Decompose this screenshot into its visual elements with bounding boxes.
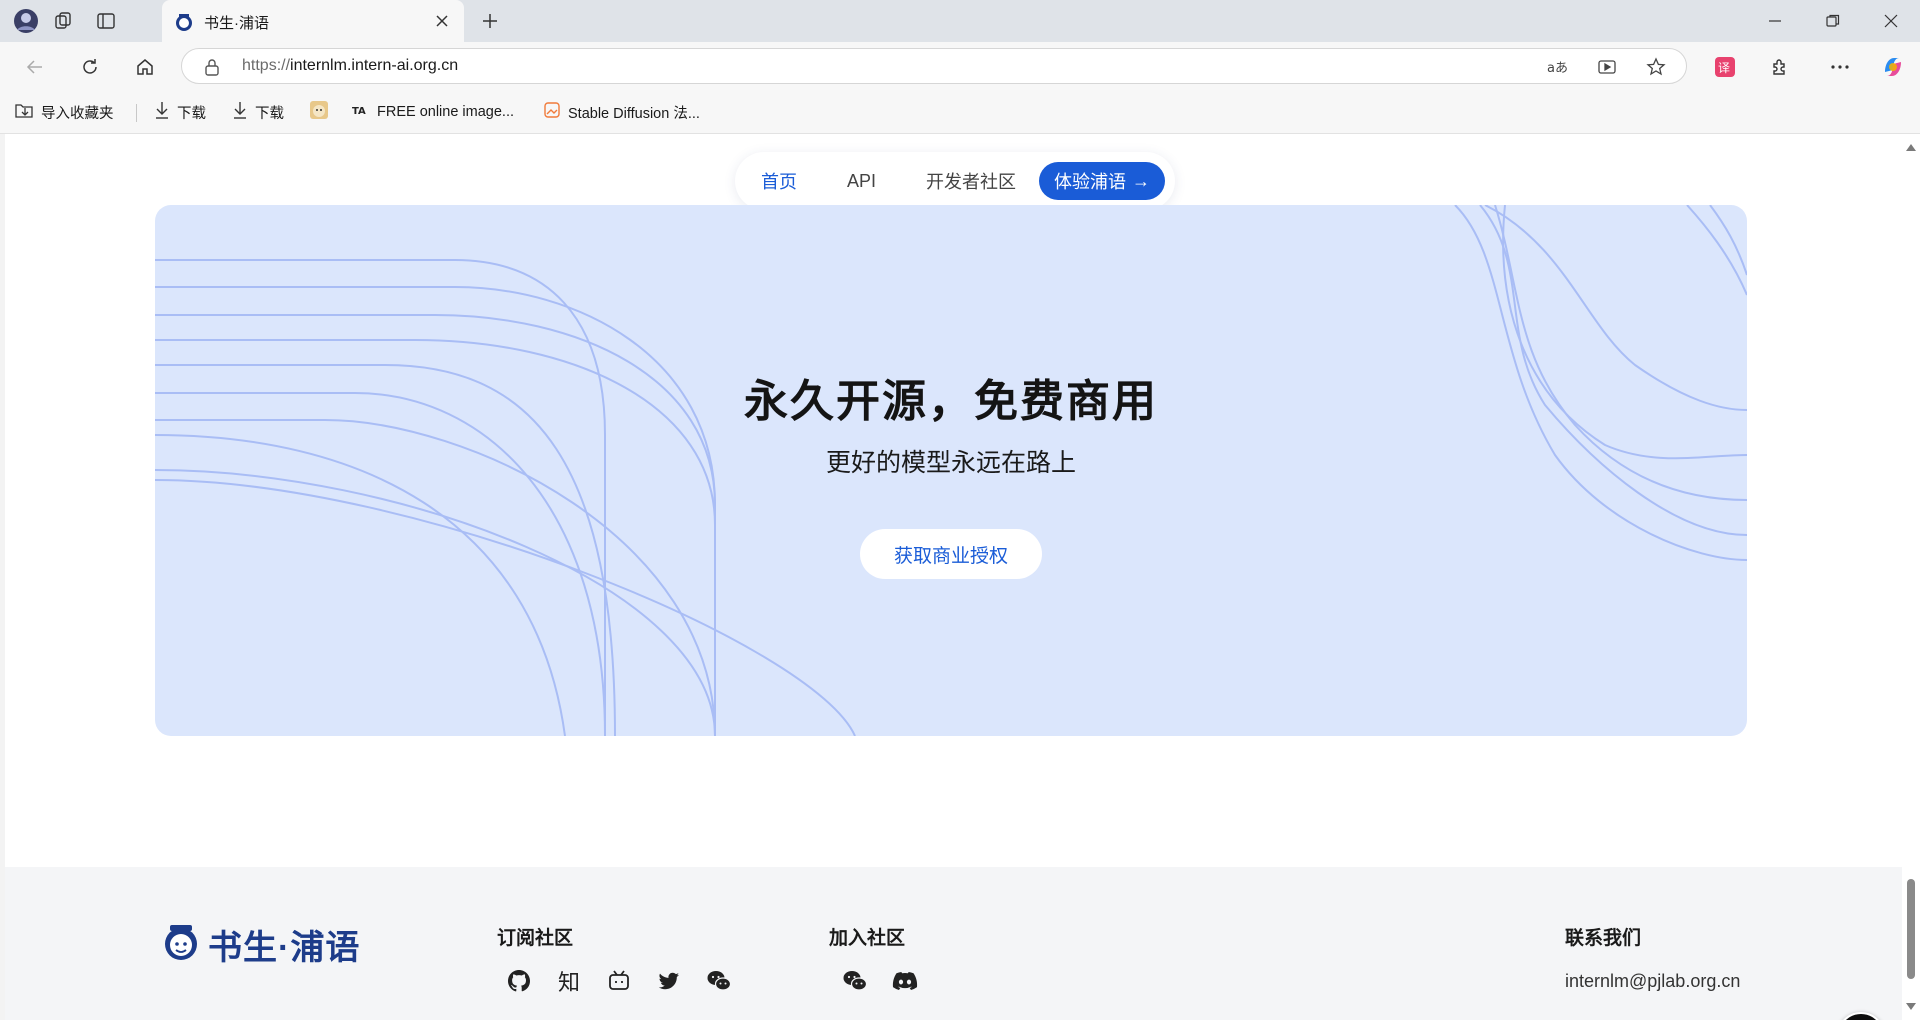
hero-subtitle: 更好的模型永远在路上 <box>825 449 1076 477</box>
read-aloud-icon[interactable]: aあ <box>1546 56 1568 78</box>
page-viewport: 首页 API 开发者社区 体验浦语 → 永久开源，免费商用 更好的模型永远在路上… <box>0 134 1920 1020</box>
vertical-tabs-icon[interactable] <box>92 7 120 35</box>
bilibili-icon[interactable] <box>603 965 635 997</box>
home-icon[interactable] <box>130 52 160 82</box>
wechat-icon[interactable] <box>839 965 871 997</box>
cat-avatar-icon <box>309 100 329 124</box>
twitter-icon[interactable] <box>653 965 685 997</box>
new-tab-icon[interactable] <box>476 7 504 35</box>
scroll-up-arrow-icon[interactable] <box>1906 144 1916 151</box>
lock-icon[interactable] <box>202 57 222 77</box>
refresh-icon[interactable] <box>75 52 105 82</box>
immersive-reader-icon[interactable] <box>1596 56 1618 78</box>
window-close-icon[interactable] <box>1876 6 1906 36</box>
arrow-right-icon: → <box>1132 170 1150 191</box>
import-favorites-icon <box>14 101 34 123</box>
bookmark-free-online-image[interactable]: TA FREE online image... <box>352 100 514 124</box>
svg-text:译: 译 <box>1718 61 1730 75</box>
workspaces-icon[interactable] <box>50 7 78 35</box>
bookmark-divider <box>136 104 137 122</box>
footer: 书生·浦语 订阅社区 知 加入社区 联系我们 internlm@pjlab.or… <box>5 867 1920 1020</box>
close-tab-icon[interactable] <box>430 9 454 33</box>
minimize-icon[interactable] <box>1760 6 1790 36</box>
page-scrollbar[interactable] <box>1902 134 1920 1020</box>
svg-text:TA: TA <box>352 106 366 117</box>
profile-avatar-icon[interactable] <box>12 7 40 35</box>
try-internlm-label: 体验浦语 <box>1054 172 1126 192</box>
back-arrow-icon[interactable] <box>20 52 50 82</box>
translate-extension-icon[interactable]: 译 <box>1710 52 1740 82</box>
bookmarks-bar: 导入收藏夹 下载 下载 TA FREE online image... Stab… <box>0 90 1920 134</box>
svg-text:aあ: aあ <box>1547 61 1568 76</box>
hero-banner: 永久开源，免费商用 更好的模型永远在路上 获取商业授权 <box>155 205 1747 736</box>
download-icon <box>232 101 248 123</box>
contact-email-link[interactable]: internlm@pjlab.org.cn <box>1565 971 1740 992</box>
top-navigation: 首页 API 开发者社区 体验浦语 → <box>735 152 1175 210</box>
download-icon <box>154 101 170 123</box>
ta-logo-icon: TA <box>352 103 370 121</box>
try-internlm-button[interactable]: 体验浦语 → <box>1039 162 1165 200</box>
footer-brand-name: 书生·浦语 <box>208 929 361 967</box>
footer-logo[interactable]: 书生·浦语 <box>160 920 360 969</box>
wechat-icon[interactable] <box>703 965 735 997</box>
bookmark-download-2[interactable]: 下载 <box>232 100 284 124</box>
copilot-icon[interactable] <box>1878 52 1908 82</box>
url-text: https://internlm.intern-ai.org.cn <box>242 57 459 74</box>
subscribe-icons: 知 <box>503 965 735 997</box>
internlm-favicon-icon <box>173 11 195 33</box>
zhihu-icon[interactable]: 知 <box>553 965 585 997</box>
bookmark-import-favorites[interactable]: 导入收藏夹 <box>14 100 114 124</box>
internlm-mascot-icon <box>160 921 202 968</box>
bookmark-cat[interactable] <box>309 100 329 124</box>
bookmark-stable-diffusion[interactable]: Stable Diffusion 法... <box>543 100 700 124</box>
discord-icon[interactable] <box>889 965 921 997</box>
bookmark-download-1[interactable]: 下载 <box>154 100 206 124</box>
nav-link-api[interactable]: API <box>847 171 876 192</box>
nav-link-developer-community[interactable]: 开发者社区 <box>926 168 1016 194</box>
scrollbar-thumb[interactable] <box>1907 879 1915 979</box>
join-heading: 加入社区 <box>829 928 906 949</box>
subscribe-heading: 订阅社区 <box>497 928 574 949</box>
restore-icon[interactable] <box>1818 6 1848 36</box>
stable-diffusion-icon <box>543 101 561 123</box>
join-icons <box>839 965 921 997</box>
tab-title: 书生·浦语 <box>204 15 269 32</box>
github-icon[interactable] <box>503 965 535 997</box>
nav-link-home[interactable]: 首页 <box>761 168 797 194</box>
url-input[interactable]: https://internlm.intern-ai.org.cn aあ <box>181 48 1687 84</box>
tab-bar: 书生·浦语 <box>0 0 1920 42</box>
hero-title: 永久开源，免费商用 <box>744 377 1158 426</box>
contact-heading: 联系我们 <box>1565 928 1642 949</box>
tab-active[interactable]: 书生·浦语 <box>162 0 464 42</box>
favorite-star-icon[interactable] <box>1645 56 1667 78</box>
more-menu-icon[interactable] <box>1825 52 1855 82</box>
address-bar: https://internlm.intern-ai.org.cn aあ 译 <box>0 42 1920 90</box>
get-commercial-license-button[interactable]: 获取商业授权 <box>860 529 1042 579</box>
scroll-down-arrow-icon[interactable] <box>1906 1003 1916 1010</box>
extensions-icon[interactable] <box>1765 52 1795 82</box>
